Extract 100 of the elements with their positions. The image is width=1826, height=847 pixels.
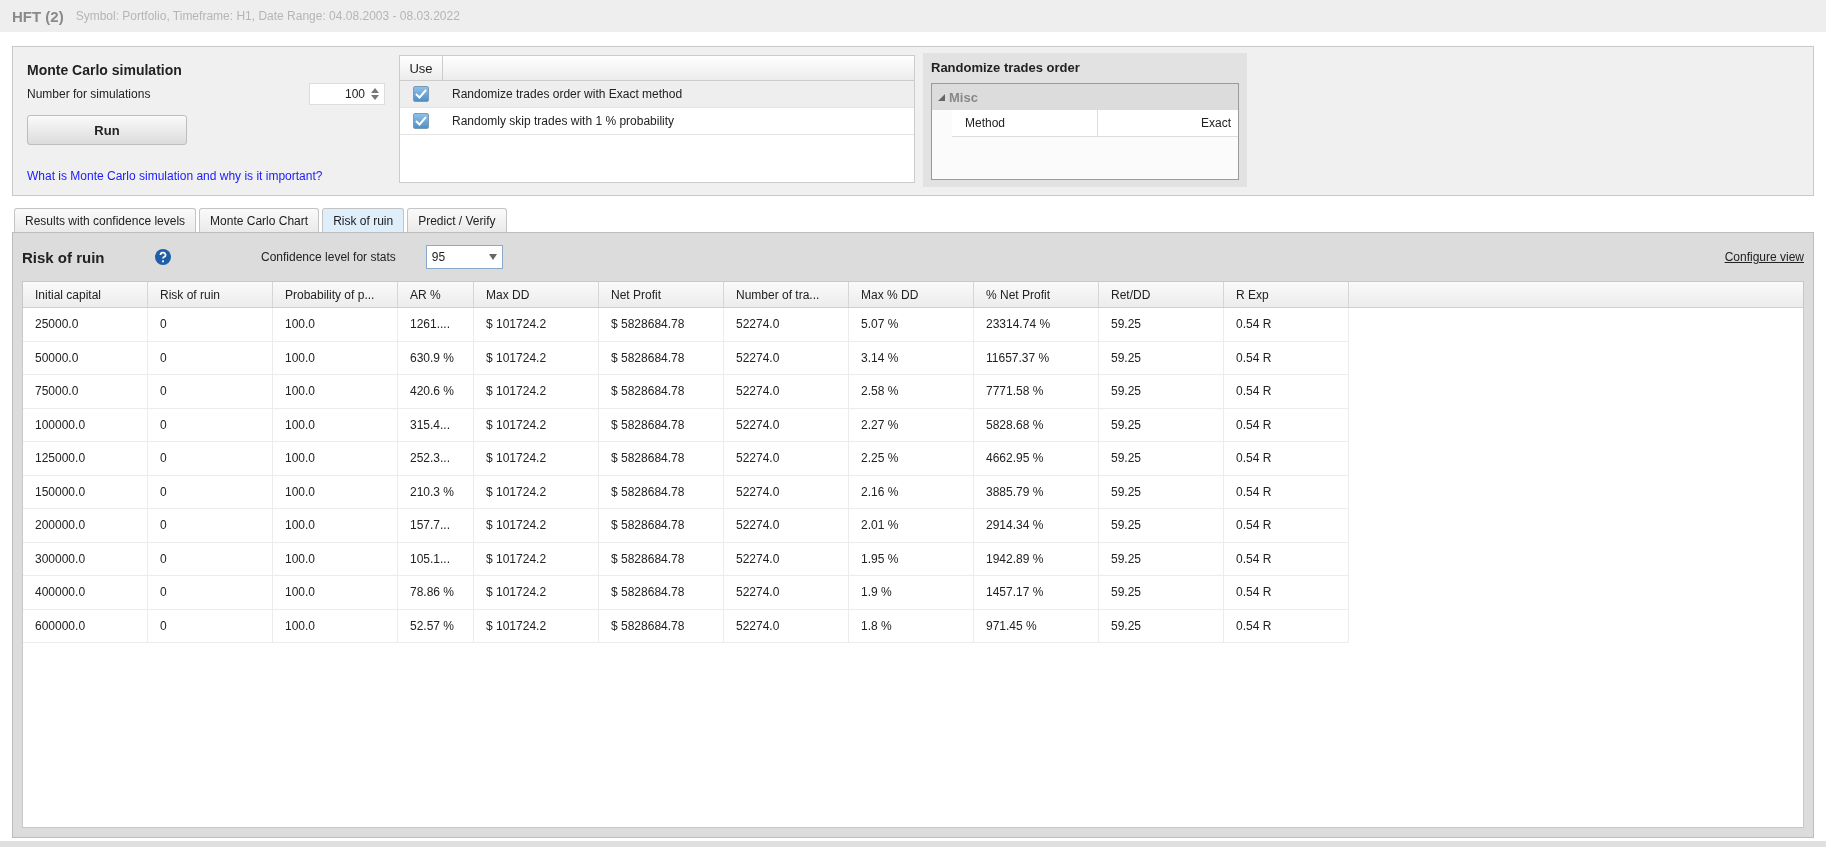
table-cell: $ 101724.2 bbox=[474, 308, 599, 341]
table-cell: $ 101724.2 bbox=[474, 375, 599, 408]
table-cell: $ 5828684.78 bbox=[599, 509, 724, 542]
table-cell: 4662.95 % bbox=[974, 442, 1099, 475]
tab[interactable]: Monte Carlo Chart bbox=[199, 208, 320, 232]
table-cell: 0.54 R bbox=[1224, 308, 1349, 341]
table-cell: $ 5828684.78 bbox=[599, 576, 724, 609]
table-cell: 59.25 bbox=[1099, 408, 1224, 441]
table-cell: 50000.0 bbox=[23, 341, 148, 374]
help-icon[interactable] bbox=[155, 249, 171, 265]
window-subtitle: Symbol: Portfolio, Timeframe: H1, Date Range: 04.08.2003 - 08.03.2022 bbox=[75, 9, 460, 23]
table-cell: $ 5828684.78 bbox=[599, 609, 724, 642]
property-value[interactable]: Exact bbox=[1098, 110, 1238, 136]
table-cell: 2.27 % bbox=[849, 408, 974, 441]
table-cell: 200000.0 bbox=[23, 509, 148, 542]
column-header[interactable]: Max DD bbox=[474, 282, 599, 307]
table-cell: 52274.0 bbox=[724, 308, 849, 341]
checkbox[interactable] bbox=[413, 113, 429, 129]
option-row[interactable]: Randomly skip trades with 1 % probability bbox=[400, 108, 914, 135]
table-cell: 0.54 R bbox=[1224, 576, 1349, 609]
table-cell: 2.01 % bbox=[849, 509, 974, 542]
column-header[interactable]: % Net Profit bbox=[974, 282, 1099, 307]
configure-link[interactable]: Configure view bbox=[1724, 250, 1804, 264]
table-cell: 971.45 % bbox=[974, 609, 1099, 642]
table-cell: 52.57 % bbox=[398, 609, 474, 642]
column-header[interactable]: R Exp bbox=[1224, 282, 1349, 307]
table-cell: 1457.17 % bbox=[974, 576, 1099, 609]
table-cell: $ 101724.2 bbox=[474, 442, 599, 475]
table-cell: 0 bbox=[148, 542, 273, 575]
column-header: Use bbox=[400, 56, 443, 80]
table-cell: $ 5828684.78 bbox=[599, 308, 724, 341]
table-cell: 630.9 % bbox=[398, 341, 474, 374]
table-cell: 25000.0 bbox=[23, 308, 148, 341]
run-button[interactable]: Run bbox=[27, 115, 187, 145]
table-cell: 0.54 R bbox=[1224, 542, 1349, 575]
table-cell: 59.25 bbox=[1099, 442, 1224, 475]
window-title: HFT (2) bbox=[12, 7, 64, 25]
spinner-arrows-icon[interactable] bbox=[371, 88, 379, 100]
table-cell: 100.0 bbox=[273, 375, 398, 408]
table-cell: 0.54 R bbox=[1224, 341, 1349, 374]
help-link[interactable]: What is Monte Carlo simulation and why is it important? bbox=[27, 169, 385, 183]
tab[interactable]: Results with confidence levels bbox=[14, 208, 197, 232]
column-header[interactable]: AR % bbox=[398, 282, 474, 307]
table-cell: 52274.0 bbox=[724, 475, 849, 508]
table-cell: 52274.0 bbox=[724, 542, 849, 575]
table-cell: $ 101724.2 bbox=[474, 475, 599, 508]
table-cell: 5.07 % bbox=[849, 308, 974, 341]
table-cell: 3.14 % bbox=[849, 341, 974, 374]
table-cell: 0 bbox=[148, 442, 273, 475]
table-cell: 100.0 bbox=[273, 408, 398, 441]
number-spinner[interactable]: 100 bbox=[309, 83, 385, 105]
table-cell: $ 101724.2 bbox=[474, 576, 599, 609]
table-cell: $ 5828684.78 bbox=[599, 542, 724, 575]
table-cell: 0 bbox=[148, 509, 273, 542]
table-cell: $ 101724.2 bbox=[474, 609, 599, 642]
table-cell: 52274.0 bbox=[724, 442, 849, 475]
table-cell: 59.25 bbox=[1099, 576, 1224, 609]
panel-title: Risk of ruin bbox=[22, 248, 106, 266]
properties-title: Randomize trades order bbox=[931, 60, 1081, 75]
table-cell: 100.0 bbox=[273, 609, 398, 642]
table-cell: 100.0 bbox=[273, 442, 398, 475]
table-cell: 100.0 bbox=[273, 308, 398, 341]
column-header[interactable]: Probability of p... bbox=[273, 282, 398, 307]
property-name: Method bbox=[952, 110, 1098, 136]
table-cell: 0 bbox=[148, 475, 273, 508]
table-cell: 100000.0 bbox=[23, 408, 148, 441]
table-cell: 59.25 bbox=[1099, 375, 1224, 408]
checkbox[interactable] bbox=[413, 86, 429, 102]
table-cell: 400000.0 bbox=[23, 576, 148, 609]
table-cell: 3885.79 % bbox=[974, 475, 1099, 508]
table-cell: 75000.0 bbox=[23, 375, 148, 408]
table-cell: 59.25 bbox=[1099, 542, 1224, 575]
table-cell: $ 101724.2 bbox=[474, 542, 599, 575]
column-header[interactable]: Net Profit bbox=[599, 282, 724, 307]
column-header[interactable]: Risk of ruin bbox=[148, 282, 273, 307]
table-cell: 52274.0 bbox=[724, 609, 849, 642]
table-cell: $ 101724.2 bbox=[474, 408, 599, 441]
table-cell: 150000.0 bbox=[23, 475, 148, 508]
section-title: Monte Carlo simulation bbox=[27, 62, 183, 78]
table-cell: 0.54 R bbox=[1224, 475, 1349, 508]
table-cell: 2914.34 % bbox=[974, 509, 1099, 542]
table-cell: 0 bbox=[148, 576, 273, 609]
option-row[interactable]: Randomize trades order with Exact method bbox=[400, 81, 914, 108]
column-header[interactable]: Number of tra... bbox=[724, 282, 849, 307]
tab[interactable]: Predict / Verify bbox=[407, 208, 507, 232]
expand-triangle-icon[interactable] bbox=[938, 93, 945, 101]
tab[interactable]: Risk of ruin bbox=[322, 208, 405, 232]
column-header[interactable]: Ret/DD bbox=[1099, 282, 1224, 307]
table-cell: $ 101724.2 bbox=[474, 341, 599, 374]
confidence-dropdown[interactable]: 95 bbox=[425, 245, 503, 269]
dropdown-arrow-icon[interactable] bbox=[488, 254, 497, 260]
table-cell: 420.6 % bbox=[398, 375, 474, 408]
table-cell: 59.25 bbox=[1099, 341, 1224, 374]
table-cell: 100.0 bbox=[273, 509, 398, 542]
table-cell: 315.4... bbox=[398, 408, 474, 441]
column-header[interactable]: Initial capital bbox=[23, 282, 148, 307]
table-cell: 100.0 bbox=[273, 475, 398, 508]
column-header[interactable]: Max % DD bbox=[849, 282, 974, 307]
table-cell: 125000.0 bbox=[23, 442, 148, 475]
table-cell: $ 5828684.78 bbox=[599, 408, 724, 441]
